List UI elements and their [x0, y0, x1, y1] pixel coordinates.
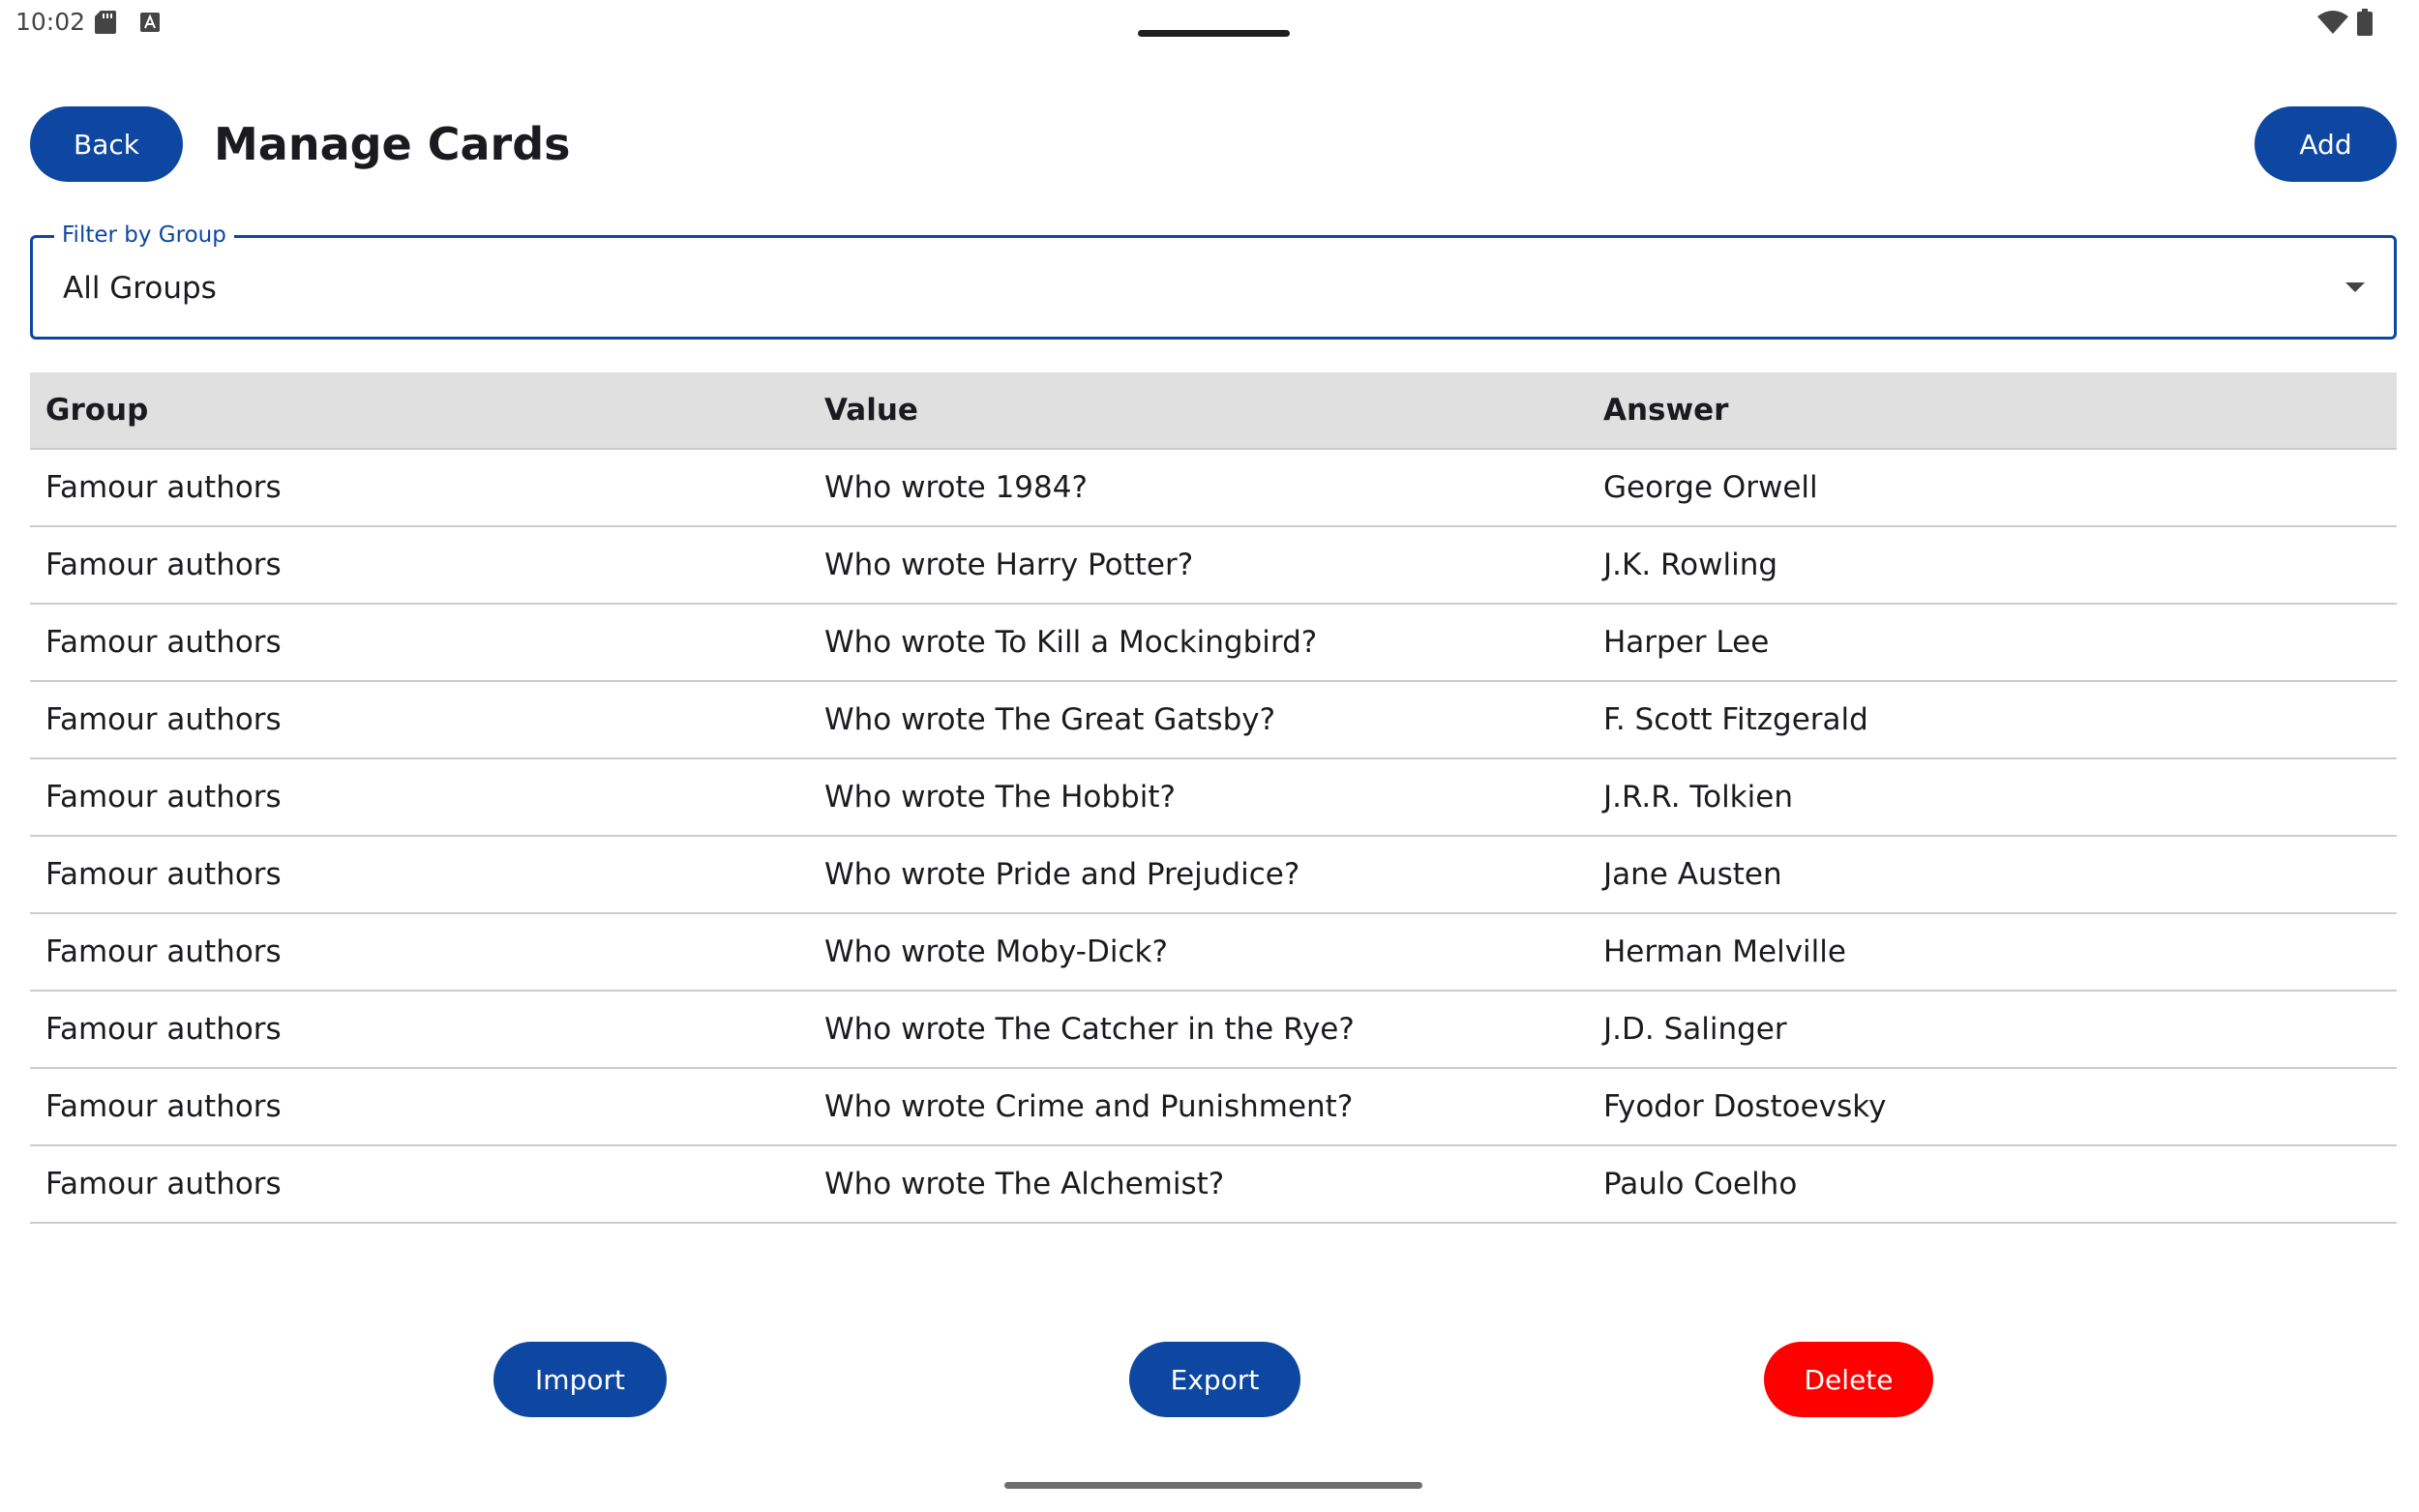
table-row[interactable]: Famour authors Who wrote The Catcher in … [30, 992, 2397, 1069]
cell-group: Famour authors [45, 548, 282, 582]
battery-icon [2357, 9, 2373, 36]
status-time: 10:02 [15, 8, 86, 36]
filter-value: All Groups [63, 271, 217, 306]
column-header-group: Group [45, 393, 149, 428]
cell-group: Famour authors [45, 1167, 282, 1201]
status-bar: 10:02 [0, 0, 2419, 46]
table-row[interactable]: Famour authors Who wrote To Kill a Mocki… [30, 605, 2397, 682]
page-title: Manage Cards [214, 118, 571, 170]
table-row[interactable]: Famour authors Who wrote The Hobbit? J.R… [30, 759, 2397, 837]
cell-answer: J.K. Rowling [1603, 548, 1778, 582]
cell-group: Famour authors [45, 934, 282, 969]
column-header-value: Value [824, 393, 918, 428]
export-button[interactable]: Export [1129, 1342, 1300, 1417]
table-row[interactable]: Famour authors Who wrote The Alchemist? … [30, 1146, 2397, 1224]
table-row[interactable]: Famour authors Who wrote 1984? George Or… [30, 450, 2397, 527]
cell-group: Famour authors [45, 1089, 282, 1124]
cell-value: Who wrote To Kill a Mockingbird? [824, 625, 1318, 660]
add-button[interactable]: Add [2255, 106, 2397, 182]
cell-group: Famour authors [45, 1012, 282, 1047]
wifi-icon [2317, 11, 2348, 34]
cell-group: Famour authors [45, 780, 282, 815]
cell-value: Who wrote Crime and Punishment? [824, 1089, 1354, 1124]
cell-answer: Harper Lee [1603, 625, 1770, 660]
cell-value: Who wrote The Alchemist? [824, 1167, 1225, 1201]
cell-answer: Fyodor Dostoevsky [1603, 1089, 1887, 1124]
cell-answer: J.D. Salinger [1603, 1012, 1787, 1047]
column-header-answer: Answer [1603, 393, 1729, 428]
filter-label: Filter by Group [54, 222, 234, 249]
cell-group: Famour authors [45, 702, 282, 737]
a-icon [140, 13, 160, 32]
cell-value: Who wrote 1984? [824, 470, 1088, 505]
cell-value: Who wrote Pride and Prejudice? [824, 857, 1300, 892]
cell-answer: F. Scott Fitzgerald [1603, 702, 1868, 737]
group-filter-select[interactable]: Filter by Group All Groups [30, 222, 2397, 340]
cell-group: Famour authors [45, 625, 282, 660]
cell-value: Who wrote The Great Gatsby? [824, 702, 1276, 737]
table-row[interactable]: Famour authors Who wrote Crime and Punis… [30, 1069, 2397, 1146]
back-button[interactable]: Back [30, 106, 183, 182]
table-row[interactable]: Famour authors Who wrote Moby-Dick? Herm… [30, 914, 2397, 992]
dropdown-arrow-icon[interactable] [2345, 282, 2365, 292]
cell-answer: George Orwell [1603, 470, 1818, 505]
import-button[interactable]: Import [493, 1342, 667, 1417]
table-row[interactable]: Famour authors Who wrote The Great Gatsb… [30, 682, 2397, 759]
cell-answer: Jane Austen [1603, 857, 1782, 892]
cell-answer: J.R.R. Tolkien [1603, 780, 1793, 815]
top-handle [1138, 30, 1290, 37]
cell-value: Who wrote Moby-Dick? [824, 934, 1168, 969]
cell-value: Who wrote Harry Potter? [824, 548, 1194, 582]
table-header: Group Value Answer [30, 372, 2397, 450]
cell-answer: Herman Melville [1603, 934, 1846, 969]
delete-button[interactable]: Delete [1764, 1342, 1933, 1417]
cell-group: Famour authors [45, 857, 282, 892]
table-row[interactable]: Famour authors Who wrote Harry Potter? J… [30, 527, 2397, 605]
cell-group: Famour authors [45, 470, 282, 505]
cell-answer: Paulo Coelho [1603, 1167, 1798, 1201]
navigation-handle[interactable] [1004, 1482, 1422, 1489]
table-row[interactable]: Famour authors Who wrote Pride and Preju… [30, 837, 2397, 914]
cards-table: Group Value Answer Famour authors Who wr… [30, 372, 2397, 1224]
sd-card-icon [95, 11, 116, 34]
cell-value: Who wrote The Hobbit? [824, 780, 1176, 815]
cell-value: Who wrote The Catcher in the Rye? [824, 1012, 1355, 1047]
